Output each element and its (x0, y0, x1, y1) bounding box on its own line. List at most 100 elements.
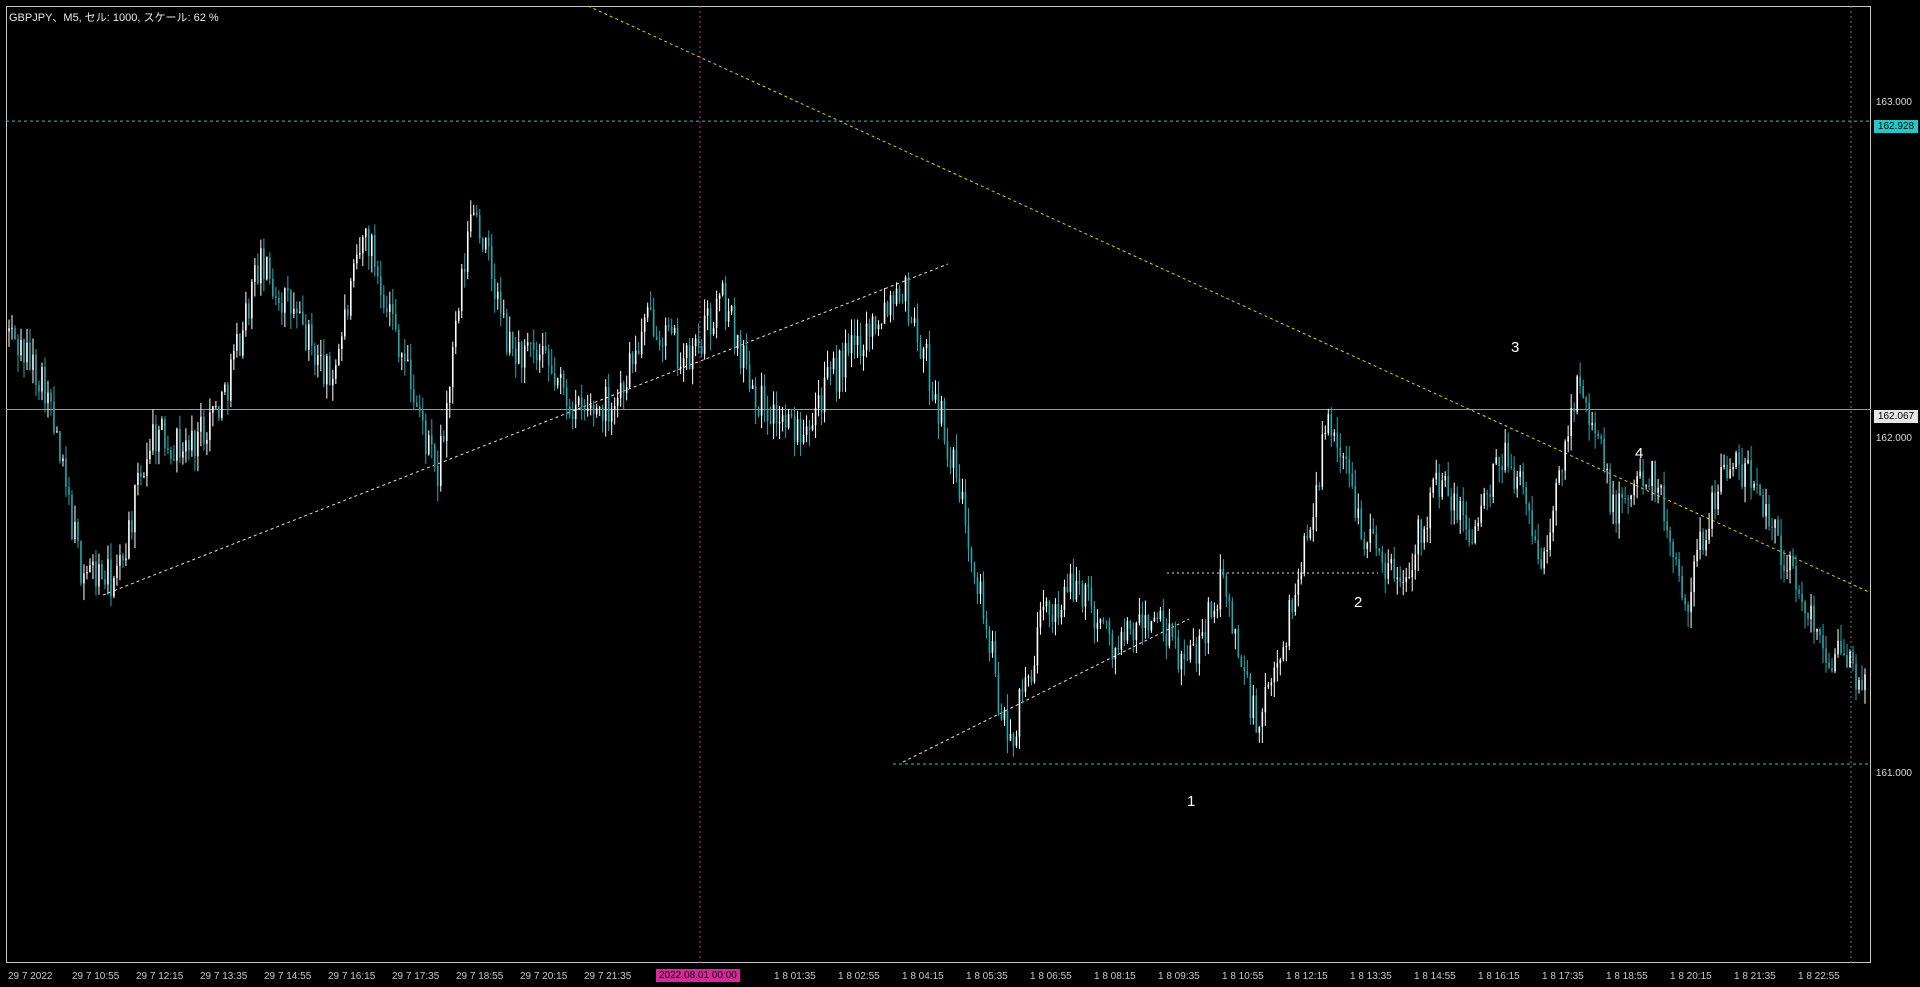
candle-body (772, 404, 775, 424)
candle-body (1258, 726, 1261, 733)
candle-body (47, 392, 49, 404)
candle-body (1381, 551, 1384, 563)
wedge-line (902, 618, 1190, 763)
candle-body (1072, 573, 1075, 600)
candle-body (1477, 522, 1480, 527)
candle-body (185, 440, 187, 452)
candle-body (1612, 494, 1614, 513)
time-label: 29 7 18:55 (456, 971, 504, 982)
candle-body (634, 350, 637, 365)
candle-body (329, 355, 331, 386)
candle-body (1501, 466, 1503, 471)
candle-body (1636, 476, 1638, 484)
candle-body (140, 472, 142, 477)
candle-body (1714, 492, 1716, 510)
candle-body (739, 334, 742, 368)
candle-body (1750, 460, 1752, 488)
candle-body (661, 345, 664, 347)
candle-body (368, 228, 370, 257)
time-label: 1 8 06:55 (1030, 971, 1072, 982)
candle-body (11, 327, 13, 329)
candle-body (1303, 535, 1306, 573)
candle-body (658, 339, 661, 346)
candle-body (616, 397, 619, 406)
candle-body (553, 373, 556, 386)
candle-body (955, 449, 958, 479)
candle-body (362, 237, 364, 254)
chart-window[interactable]: GBPJPY、M5, セル: 1000, スケール: 62 % 163.000 … (0, 0, 1920, 987)
candle-body (712, 327, 715, 334)
time-cursor-badge: 2022.08.01 00:00 (656, 969, 740, 982)
candle-body (625, 387, 628, 393)
candle-body (284, 288, 286, 313)
candle-body (1825, 648, 1827, 663)
candle-body (1624, 498, 1626, 500)
candle-body (1423, 528, 1426, 543)
candle-body (847, 343, 850, 354)
candle-body (1456, 493, 1459, 520)
candle-body (14, 327, 16, 340)
candle-body (412, 389, 415, 403)
candle-body (173, 458, 175, 461)
candle-body (781, 415, 784, 423)
candle-body (1117, 647, 1120, 650)
candle-body (260, 248, 262, 284)
candle-body (161, 419, 163, 430)
candle-body (520, 342, 523, 368)
candle-body (239, 333, 241, 356)
candle-body (1213, 610, 1216, 618)
candle-body (1333, 432, 1336, 436)
candle-body (1129, 620, 1132, 629)
candle-body (218, 406, 220, 418)
candle-body (113, 577, 115, 597)
candle-body (1657, 487, 1659, 493)
candle-body (194, 430, 196, 457)
candle-body (1225, 575, 1228, 597)
candle-body (1651, 460, 1653, 487)
candle-body (20, 339, 22, 356)
candle-body (928, 344, 931, 391)
candle-body (341, 336, 343, 349)
candle-body (146, 459, 148, 476)
candle-body (1426, 528, 1429, 530)
candle-body (1594, 423, 1596, 434)
candle-body (1597, 433, 1599, 437)
candle-body (1537, 540, 1539, 560)
candle-body (730, 306, 733, 312)
candle-body (1393, 558, 1396, 579)
chart-canvas[interactable] (0, 0, 1920, 987)
candle-body (308, 324, 310, 350)
candle-body (1183, 653, 1186, 660)
candle-body (463, 268, 466, 272)
candle-body (619, 383, 622, 398)
candle-body (1087, 584, 1090, 588)
candle-body (1162, 610, 1165, 635)
candle-body (227, 384, 229, 401)
candle-body (970, 548, 973, 563)
candle-body (892, 295, 895, 305)
candle-body (385, 308, 388, 312)
candle-body (472, 212, 475, 215)
candle-body (1816, 628, 1818, 632)
candle-body (1051, 614, 1054, 623)
candle-body (1222, 568, 1225, 576)
candle-body (83, 573, 85, 584)
candle-body (877, 324, 880, 330)
candle-body (964, 491, 967, 525)
candle-body (1765, 504, 1767, 517)
candle-body (1414, 554, 1417, 570)
wave-label-1: 1 (1187, 793, 1196, 810)
candle-body (1348, 458, 1351, 474)
candle-body (1291, 599, 1294, 613)
candle-body (230, 359, 232, 401)
candle-body (586, 408, 589, 411)
candle-body (637, 350, 640, 355)
candle-body (529, 342, 532, 344)
candle-body (613, 405, 616, 410)
candle-body (1510, 466, 1512, 468)
candle-body (862, 350, 865, 357)
candle-body (248, 303, 250, 319)
candle-body (835, 357, 838, 392)
candle-body (775, 404, 778, 424)
candle-body (550, 365, 553, 374)
